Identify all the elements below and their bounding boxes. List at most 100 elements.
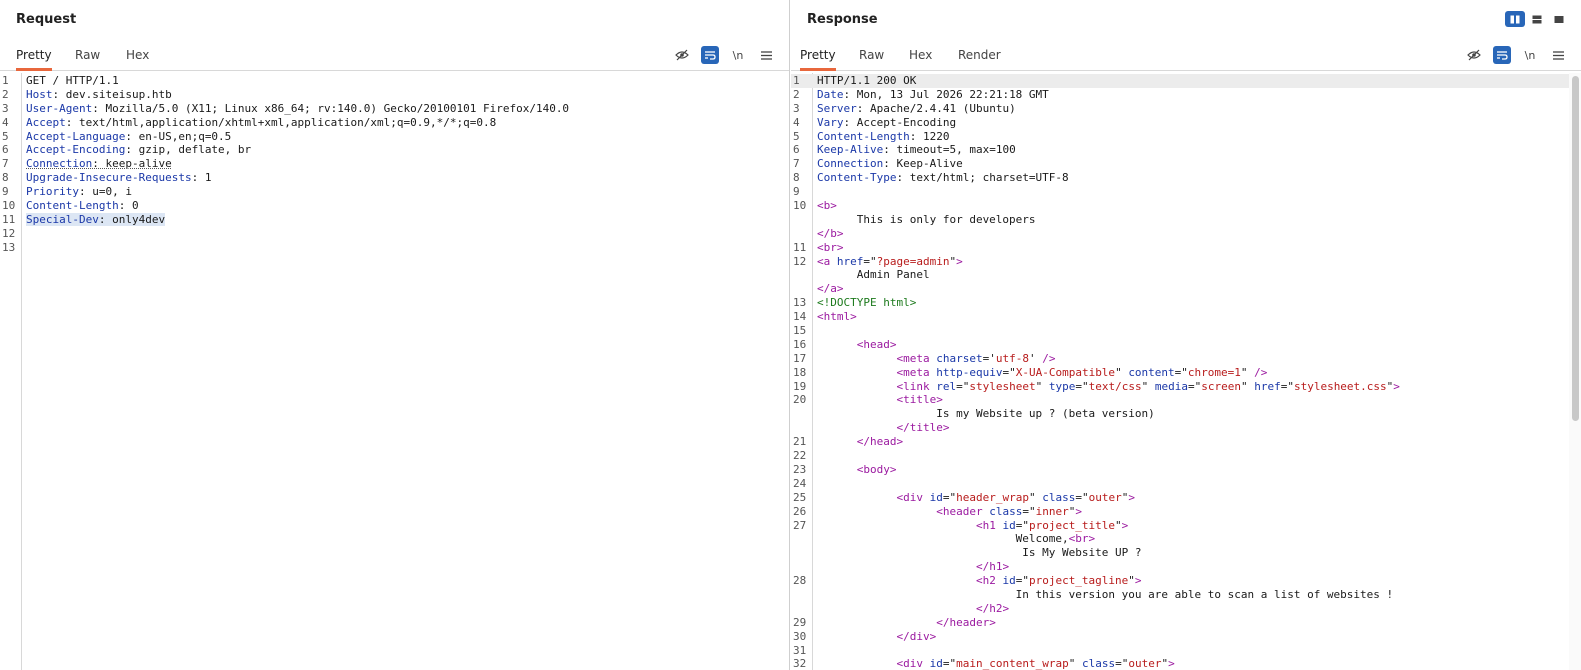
line-code: </div> — [817, 630, 936, 644]
line-code: <b> — [817, 199, 837, 213]
newline-toggle-icon[interactable]: \n — [729, 46, 747, 64]
line-code: <h1 id="project_title"> — [817, 519, 1128, 533]
code-line: 1 HTTP/1.1 200 OK — [791, 74, 1581, 88]
code-token: =" — [956, 379, 970, 393]
code-token: </b> — [817, 226, 844, 240]
code-token: <h2 — [975, 574, 1003, 588]
line-code: </h2> — [817, 602, 1009, 616]
code-token: Content-Length — [817, 129, 910, 143]
line-code: <!DOCTYPE html> — [817, 296, 916, 310]
code-token: Host — [26, 87, 53, 101]
code-line: </a> — [791, 282, 1581, 296]
line-number: 29 — [793, 615, 807, 629]
line-code: <title> — [817, 393, 942, 407]
code-line: 23 <body> — [791, 463, 1581, 477]
code-token: href — [836, 254, 864, 268]
line-number: 11 — [2, 212, 16, 226]
code-line: This is only for developers — [791, 213, 1581, 227]
code-token: <!DOCTYPE html> — [817, 296, 917, 310]
code-line: 8 Upgrade-Insecure-Requests: 1 — [0, 171, 789, 185]
line-number: 24 — [793, 476, 807, 490]
response-tab-render[interactable]: Render — [958, 42, 1001, 68]
code-token: chrome=1 — [1187, 365, 1241, 379]
line-number: 30 — [793, 629, 807, 643]
code-token: <html> — [817, 310, 857, 324]
response-scrollbar-thumb[interactable] — [1572, 76, 1579, 421]
hamburger-menu-icon[interactable] — [757, 46, 775, 64]
line-code: </head> — [817, 435, 903, 449]
code-token: <head> — [856, 337, 897, 351]
code-token: inner — [1035, 504, 1069, 518]
code-token: =" — [942, 657, 957, 670]
code-line: 2 Host: dev.siteisup.htb — [0, 88, 789, 102]
response-lines: 1 HTTP/1.1 200 OK 2 Date: Mon, 13 Jul 2026 … — [791, 74, 1581, 670]
code-line: 13 — [0, 241, 789, 255]
code-token: Priority — [26, 185, 79, 199]
code-line: Welcome,<br> — [791, 532, 1581, 546]
word-wrap-icon[interactable] — [1493, 46, 1511, 64]
code-token: : Apache/2.4.41 (Ubuntu) — [856, 101, 1016, 115]
code-token: =" — [863, 254, 877, 268]
response-toolbar: \n — [1465, 45, 1567, 65]
code-token: > — [1393, 379, 1400, 393]
response-editor[interactable]: 1 HTTP/1.1 200 OK 2 Date: Mon, 13 Jul 2026 … — [791, 73, 1581, 670]
code-token: ?page=admin — [876, 254, 950, 268]
response-pane: Response Pretty Raw Hex Render \n 1 HTTP/… — [791, 0, 1581, 670]
eye-slash-icon[interactable] — [1465, 46, 1483, 64]
newline-toggle-icon[interactable]: \n — [1521, 46, 1539, 64]
line-code: Connection: keep-alive — [26, 157, 172, 171]
code-line: 6 Accept-Encoding: gzip, deflate, br — [0, 143, 789, 157]
code-line: </h1> — [791, 560, 1581, 574]
single-pane-icon[interactable] — [1549, 11, 1569, 27]
code-line: 24 — [791, 477, 1581, 491]
code-token: " — [1128, 574, 1135, 588]
line-code: <div id="header_wrap" class="outer"> — [817, 490, 1134, 505]
code-token: Keep-Alive — [817, 143, 884, 157]
response-title: Response — [807, 12, 878, 27]
code-token: class — [1042, 490, 1076, 504]
word-wrap-icon[interactable] — [701, 46, 719, 64]
request-tab-hex[interactable]: Hex — [126, 42, 149, 68]
request-tab-pretty[interactable]: Pretty — [16, 42, 52, 71]
split-horizontal-icon[interactable] — [1505, 11, 1525, 27]
response-tab-pretty[interactable]: Pretty — [800, 42, 836, 71]
code-line: Is my Website up ? (beta version) — [791, 407, 1581, 421]
line-number: 10 — [2, 199, 16, 213]
code-token: id — [1002, 574, 1016, 588]
code-token: screen — [1201, 379, 1241, 393]
line-number: 12 — [2, 226, 16, 240]
response-tab-raw[interactable]: Raw — [859, 42, 884, 68]
split-vertical-icon[interactable] — [1527, 11, 1547, 27]
request-tab-raw[interactable]: Raw — [75, 42, 100, 68]
code-token: ' — [1028, 351, 1043, 365]
line-number: 25 — [793, 490, 807, 504]
code-token: <a — [817, 254, 837, 268]
code-token: class — [989, 504, 1023, 518]
code-token: : only4dev — [98, 212, 166, 226]
code-token: <b> — [817, 199, 837, 213]
line-code: Admin Panel — [817, 268, 930, 282]
line-number: 13 — [793, 296, 807, 310]
code-line: 21 </head> — [791, 435, 1581, 449]
line-code: Connection: Keep-Alive — [817, 157, 963, 171]
hamburger-menu-icon[interactable] — [1549, 46, 1567, 64]
response-tab-hex[interactable]: Hex — [909, 42, 932, 68]
eye-slash-icon[interactable] — [673, 46, 691, 64]
line-code: <meta charset='utf-8' /> — [817, 352, 1055, 366]
request-editor[interactable]: 1 GET / HTTP/1.1 2 Host: dev.siteisup.htb 3 U… — [0, 73, 789, 670]
code-token: /> — [1042, 351, 1056, 365]
code-token: " — [1141, 379, 1155, 393]
code-line: 12 — [0, 227, 789, 241]
line-number: 10 — [793, 199, 807, 213]
line-number: 12 — [793, 254, 807, 268]
code-line: In this version you are able to scan a l… — [791, 588, 1581, 602]
response-tab-bar: Pretty Raw Hex Render — [791, 42, 1581, 71]
code-token: : Mon, 13 Jul 2026 22:21:18 GMT — [843, 87, 1049, 101]
line-code: <br> — [817, 241, 844, 255]
code-token: " — [1115, 365, 1129, 379]
